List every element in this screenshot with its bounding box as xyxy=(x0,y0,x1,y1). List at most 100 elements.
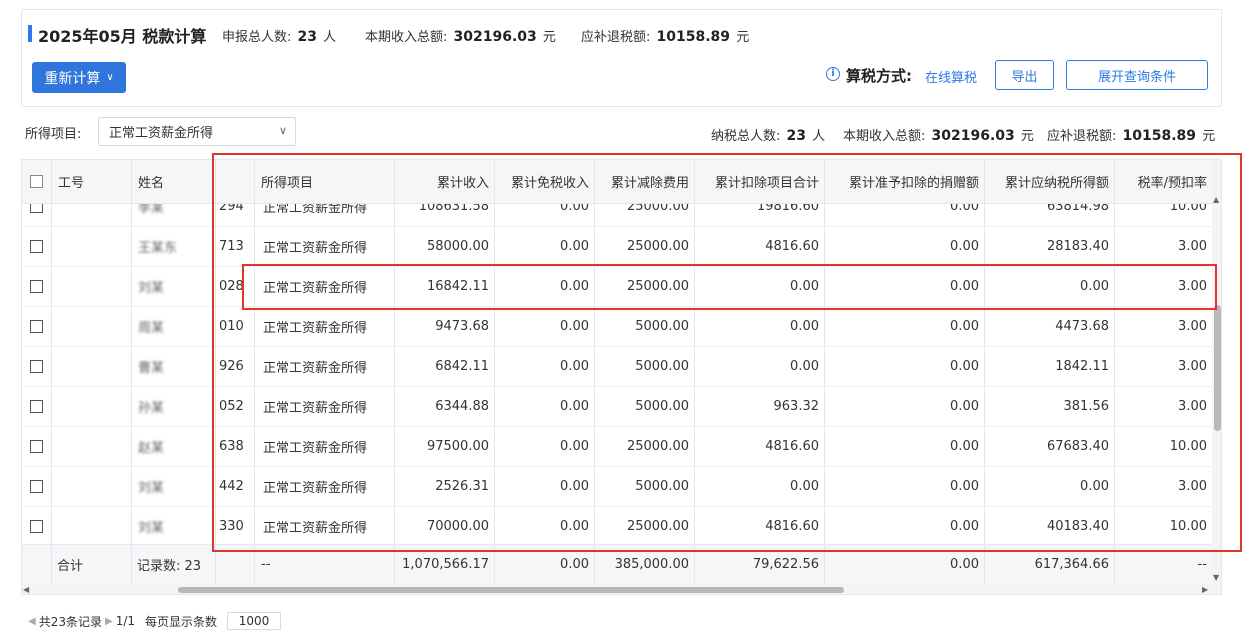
export-button[interactable]: 导出 xyxy=(995,60,1054,90)
expand-query-button[interactable]: 展开查询条件 xyxy=(1066,60,1208,90)
table-row[interactable]: 孙某 052 正常工资薪金所得 6344.88 0.00 5000.00 963.32 0.0… xyxy=(22,387,1212,427)
cell-taxable: 67683.40 xyxy=(985,427,1115,466)
income-item-select[interactable]: 正常工资薪金所得 ∨ xyxy=(98,117,296,146)
cell-income: 16842.11 xyxy=(395,267,495,306)
cell-items-total: 4816.60 xyxy=(695,507,825,544)
redacted-name: 周某 xyxy=(138,321,165,336)
cell-exempt: 0.00 xyxy=(495,227,595,266)
cell-exempt: 0.00 xyxy=(495,507,595,544)
total-label: 合计 xyxy=(52,545,132,584)
pager-page-indicator: 1/1 xyxy=(115,614,135,628)
cell-employee-id xyxy=(52,387,132,426)
cell-rate: 3.00 xyxy=(1178,359,1207,374)
next-page-icon[interactable]: ▶ xyxy=(105,616,113,627)
table-header-row: 工号 姓名 所得项目 累计收入 累计免税收入 累计减除费用 累计扣除项目合计 累… xyxy=(22,160,1212,204)
cell-donation: 0.00 xyxy=(825,507,985,544)
prev-page-icon[interactable]: ◀ xyxy=(28,616,36,627)
per-page-input[interactable]: 1000 xyxy=(227,612,282,630)
cell-donation: 0.00 xyxy=(825,427,985,466)
cell-id-suffix: 442 xyxy=(216,467,255,506)
cell-donation: 0.00 xyxy=(825,387,985,426)
row-checkbox[interactable] xyxy=(30,440,43,453)
column-header-income-item[interactable]: 所得项目 xyxy=(255,160,395,203)
table-row[interactable]: 王某东 713 正常工资薪金所得 58000.00 0.00 25000.00 4816.6… xyxy=(22,227,1212,267)
cell-rate: 3.00 xyxy=(1178,479,1207,494)
cell-exempt: 0.00 xyxy=(495,387,595,426)
chevron-down-icon: ∨ xyxy=(106,72,114,83)
cell-id-suffix: 052 xyxy=(216,387,255,426)
row-checkbox[interactable] xyxy=(30,320,43,333)
vertical-scroll-thumb[interactable] xyxy=(1214,305,1221,431)
table-row[interactable]: 曹某 926 正常工资薪金所得 6842.11 0.00 5000.00 0.00 0.00 1… xyxy=(22,347,1212,387)
row-select-cell xyxy=(22,427,52,466)
scroll-left-icon[interactable]: ◀ xyxy=(23,585,29,594)
row-checkbox[interactable] xyxy=(30,400,43,413)
horizontal-scrollbar[interactable]: ◀ ▶ xyxy=(22,584,1212,594)
select-all-checkbox[interactable] xyxy=(30,175,43,188)
redacted-name: 王某东 xyxy=(138,241,178,256)
table-row[interactable]: 刘某 442 正常工资薪金所得 2526.31 0.00 5000.00 0.00 0.00 0… xyxy=(22,467,1212,507)
cell-income: 108631.58 xyxy=(395,204,495,226)
select-all-cell xyxy=(22,160,52,203)
cell-rate: 10.00 xyxy=(1169,439,1207,454)
total-spacer xyxy=(22,545,52,584)
scroll-down-icon[interactable]: ▼ xyxy=(1213,573,1219,582)
row-checkbox[interactable] xyxy=(30,520,43,533)
table-total-row: 合计 记录数: 23 -- 1,070,566.17 0.00 385,000.… xyxy=(22,544,1212,584)
recalculate-button[interactable]: 重新计算 ∨ xyxy=(32,62,126,93)
cell-donation: 0.00 xyxy=(825,227,985,266)
table-row[interactable]: 刘某 330 正常工资薪金所得 70000.00 0.00 25000.00 4816.60… xyxy=(22,507,1212,544)
table-row[interactable]: 李某 294 正常工资薪金所得 108631.58 0.00 25000.00 19816.… xyxy=(22,204,1212,227)
column-header-id[interactable]: 工号 xyxy=(52,160,132,203)
row-checkbox[interactable] xyxy=(30,280,43,293)
cell-item: 正常工资薪金所得 xyxy=(255,307,395,346)
row-checkbox[interactable] xyxy=(30,204,43,213)
cell-donation: 0.00 xyxy=(825,347,985,386)
table-row[interactable]: 周某 010 正常工资薪金所得 9473.68 0.00 5000.00 0.00 0.00 4… xyxy=(22,307,1212,347)
column-header-donation-deduction[interactable]: 累计准予扣除的捐赠额 xyxy=(825,160,985,203)
pager-record-count: 共23条记录 xyxy=(38,614,102,629)
scroll-right-icon[interactable]: ▶ xyxy=(1202,585,1208,594)
table-row[interactable]: 赵某 638 正常工资薪金所得 97500.00 0.00 25000.00 4816.60… xyxy=(22,427,1212,467)
column-header-name[interactable]: 姓名 xyxy=(132,160,216,203)
cell-taxable: 28183.40 xyxy=(985,227,1115,266)
taxpayer-count-summary: 纳税总人数: 23 人 xyxy=(711,128,826,144)
tax-method-link[interactable]: 在线算税 xyxy=(925,67,977,86)
cell-donation: 0.00 xyxy=(825,467,985,506)
chevron-down-icon: ∨ xyxy=(278,124,287,137)
cell-employee-id xyxy=(52,267,132,306)
cell-id-suffix: 294 xyxy=(216,204,255,226)
column-header-tax-rate[interactable]: 税率/预扣率 xyxy=(1115,160,1212,203)
income-item-filter-label: 所得项目: xyxy=(25,127,82,142)
cell-income: 9473.68 xyxy=(395,307,495,346)
horizontal-scroll-thumb[interactable] xyxy=(178,587,844,593)
cell-deduct: 5000.00 xyxy=(595,307,695,346)
scroll-up-icon[interactable]: ▲ xyxy=(1213,195,1219,204)
total-income-item: -- xyxy=(255,545,395,584)
info-icon[interactable]: i xyxy=(826,67,840,81)
total-cumulative-income: 1,070,566.17 xyxy=(395,545,495,584)
column-header-id-number[interactable] xyxy=(216,160,255,203)
cell-taxable: 63814.98 xyxy=(985,204,1115,226)
column-header-cumulative-income[interactable]: 累计收入 xyxy=(395,160,495,203)
column-header-cumulative-deduction[interactable]: 累计减除费用 xyxy=(595,160,695,203)
row-checkbox[interactable] xyxy=(30,480,43,493)
table-row[interactable]: 刘某 028 正常工资薪金所得 16842.11 0.00 25000.00 0.00 0.0… xyxy=(22,267,1212,307)
cell-taxable: 381.56 xyxy=(985,387,1115,426)
cell-items-total: 4816.60 xyxy=(695,227,825,266)
cell-items-total: 0.00 xyxy=(695,467,825,506)
column-header-taxable-income[interactable]: 累计应纳税所得额 xyxy=(985,160,1115,203)
row-checkbox[interactable] xyxy=(30,240,43,253)
cell-deduct: 5000.00 xyxy=(595,347,695,386)
cell-name: 赵某 xyxy=(132,427,216,466)
total-cumulative-deduction: 385,000.00 xyxy=(595,545,695,584)
total-tax-rate: -- xyxy=(1197,557,1207,572)
vertical-scrollbar[interactable]: ▲ ▼ xyxy=(1212,160,1221,594)
row-checkbox[interactable] xyxy=(30,360,43,373)
cell-id-suffix: 330 xyxy=(216,507,255,544)
column-header-deduction-items-total[interactable]: 累计扣除项目合计 xyxy=(695,160,825,203)
cell-name: 李某 xyxy=(132,204,216,226)
cell-donation: 0.00 xyxy=(825,267,985,306)
column-header-cumulative-exempt[interactable]: 累计免税收入 xyxy=(495,160,595,203)
title-accent-bar xyxy=(28,25,32,42)
